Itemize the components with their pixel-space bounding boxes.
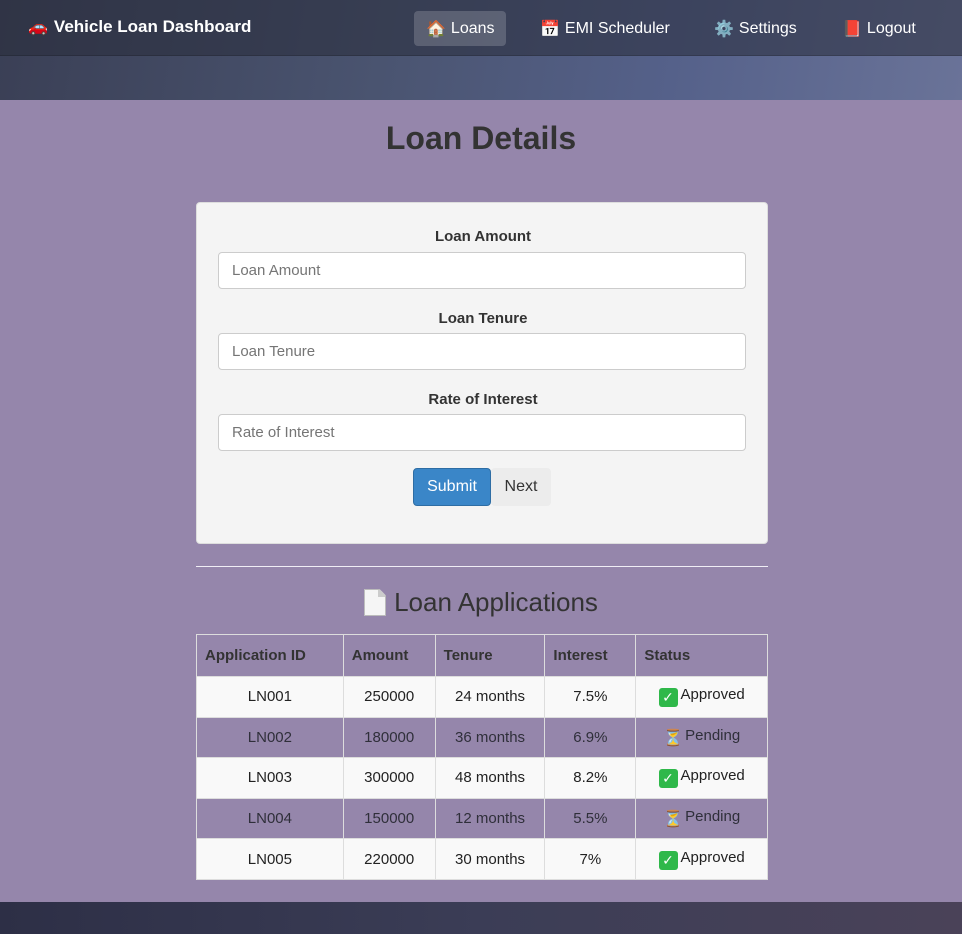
brand-label: Vehicle Loan Dashboard bbox=[53, 17, 252, 36]
cell-tenure: 36 months bbox=[434, 716, 546, 759]
rate-of-interest-label: Rate of Interest bbox=[428, 391, 538, 408]
nav-item-label: EMI Scheduler bbox=[564, 19, 670, 37]
cell-amount: 180000 bbox=[342, 716, 436, 759]
nav-item-label: Logout bbox=[866, 19, 916, 37]
cell-interest: 7% bbox=[544, 838, 637, 880]
rate-of-interest-input[interactable] bbox=[218, 414, 746, 451]
cell-amount: 300000 bbox=[342, 757, 436, 799]
loan-amount-input[interactable] bbox=[218, 252, 746, 289]
cell-status: ✓ Approved bbox=[635, 757, 768, 799]
house-icon: 🏠 bbox=[426, 20, 446, 38]
status-label: Pending bbox=[685, 726, 741, 744]
applications-table: Application ID Amount Tenure Interest St… bbox=[196, 634, 768, 880]
column-header-tenure: Tenure bbox=[434, 634, 546, 677]
column-header-interest: Interest bbox=[544, 634, 637, 677]
cell-interest: 5.5% bbox=[544, 797, 637, 840]
cell-interest: 8.2% bbox=[544, 757, 637, 799]
cell-application-id: LN004 bbox=[196, 797, 344, 840]
cell-interest: 7.5% bbox=[544, 676, 637, 718]
check-icon: ✓ bbox=[658, 850, 678, 870]
table-row: LN002 180000 36 months 6.9% ⏳ Pending bbox=[196, 716, 768, 759]
cell-application-id: LN005 bbox=[196, 838, 344, 880]
submit-button[interactable]: Submit bbox=[413, 468, 491, 506]
nav-item-label: Loans bbox=[450, 19, 495, 37]
brand-link[interactable]: 🚗 Vehicle Loan Dashboard bbox=[28, 17, 251, 37]
book-icon: 📕 bbox=[842, 20, 862, 38]
cell-tenure: 12 months bbox=[434, 797, 546, 840]
section-divider bbox=[196, 566, 768, 567]
page-title: Loan Details bbox=[385, 120, 577, 156]
document-icon bbox=[364, 589, 387, 616]
status-label: Approved bbox=[680, 767, 745, 785]
applications-title-text: Loan Applications bbox=[394, 587, 598, 617]
nav-item-label: Settings bbox=[738, 19, 797, 37]
navbar: 🚗 Vehicle Loan Dashboard 🏠 Loans 📅 EMI S… bbox=[0, 0, 962, 56]
column-header-amount: Amount bbox=[342, 634, 436, 677]
cell-status: ✓ Approved bbox=[635, 838, 768, 880]
check-icon: ✓ bbox=[658, 688, 678, 708]
next-button[interactable]: Next bbox=[491, 468, 551, 506]
status-label: Pending bbox=[685, 808, 741, 826]
hourglass-icon: ⏳ bbox=[663, 811, 684, 829]
table-header-row: Application ID Amount Tenure Interest St… bbox=[196, 634, 768, 677]
cell-tenure: 24 months bbox=[434, 676, 546, 718]
column-header-application-id: Application ID bbox=[196, 634, 344, 677]
loan-tenure-input[interactable] bbox=[218, 333, 746, 370]
table-row: LN004 150000 12 months 5.5% ⏳ Pending bbox=[196, 797, 768, 840]
cell-status: ⏳ Pending bbox=[635, 797, 768, 840]
cell-tenure: 48 months bbox=[434, 757, 546, 799]
loan-amount-label: Loan Amount bbox=[434, 228, 532, 245]
nav-item-loans[interactable]: 🏠 Loans bbox=[414, 11, 506, 46]
cell-status: ✓ Approved bbox=[635, 676, 768, 718]
cell-amount: 250000 bbox=[342, 676, 436, 718]
table-row: LN005 220000 30 months 7% ✓ Approved bbox=[196, 838, 768, 880]
cell-amount: 150000 bbox=[342, 797, 436, 840]
calendar-icon: 📅 bbox=[540, 20, 560, 38]
table-row: LN003 300000 48 months 8.2% ✓ Approved bbox=[196, 757, 768, 799]
loan-form-card: Loan Amount Loan Tenure Rate of Interest… bbox=[196, 202, 768, 544]
table-row: LN001 250000 24 months 7.5% ✓ Approved bbox=[196, 676, 768, 718]
applications-title: Loan Applications bbox=[0, 587, 962, 618]
cell-application-id: LN001 bbox=[196, 676, 344, 718]
cell-amount: 220000 bbox=[342, 838, 436, 880]
check-icon: ✓ bbox=[658, 769, 678, 789]
hourglass-icon: ⏳ bbox=[663, 729, 684, 747]
cell-application-id: LN003 bbox=[196, 757, 344, 799]
cell-status: ⏳ Pending bbox=[635, 716, 768, 759]
nav-item-logout[interactable]: 📕 Logout bbox=[830, 11, 928, 46]
column-header-status: Status bbox=[635, 634, 768, 677]
cell-interest: 6.9% bbox=[544, 716, 637, 759]
loan-tenure-label: Loan Tenure bbox=[438, 310, 528, 327]
gear-icon: ⚙️ bbox=[714, 20, 734, 38]
status-label: Approved bbox=[680, 848, 745, 866]
cell-application-id: LN002 bbox=[196, 716, 344, 759]
nav-item-settings[interactable]: ⚙️ Settings bbox=[702, 11, 809, 46]
cell-tenure: 30 months bbox=[434, 838, 546, 880]
footer bbox=[0, 902, 962, 934]
nav-item-emi-scheduler[interactable]: 📅 EMI Scheduler bbox=[528, 11, 682, 46]
status-label: Approved bbox=[680, 686, 745, 704]
car-icon: 🚗 bbox=[28, 19, 48, 36]
